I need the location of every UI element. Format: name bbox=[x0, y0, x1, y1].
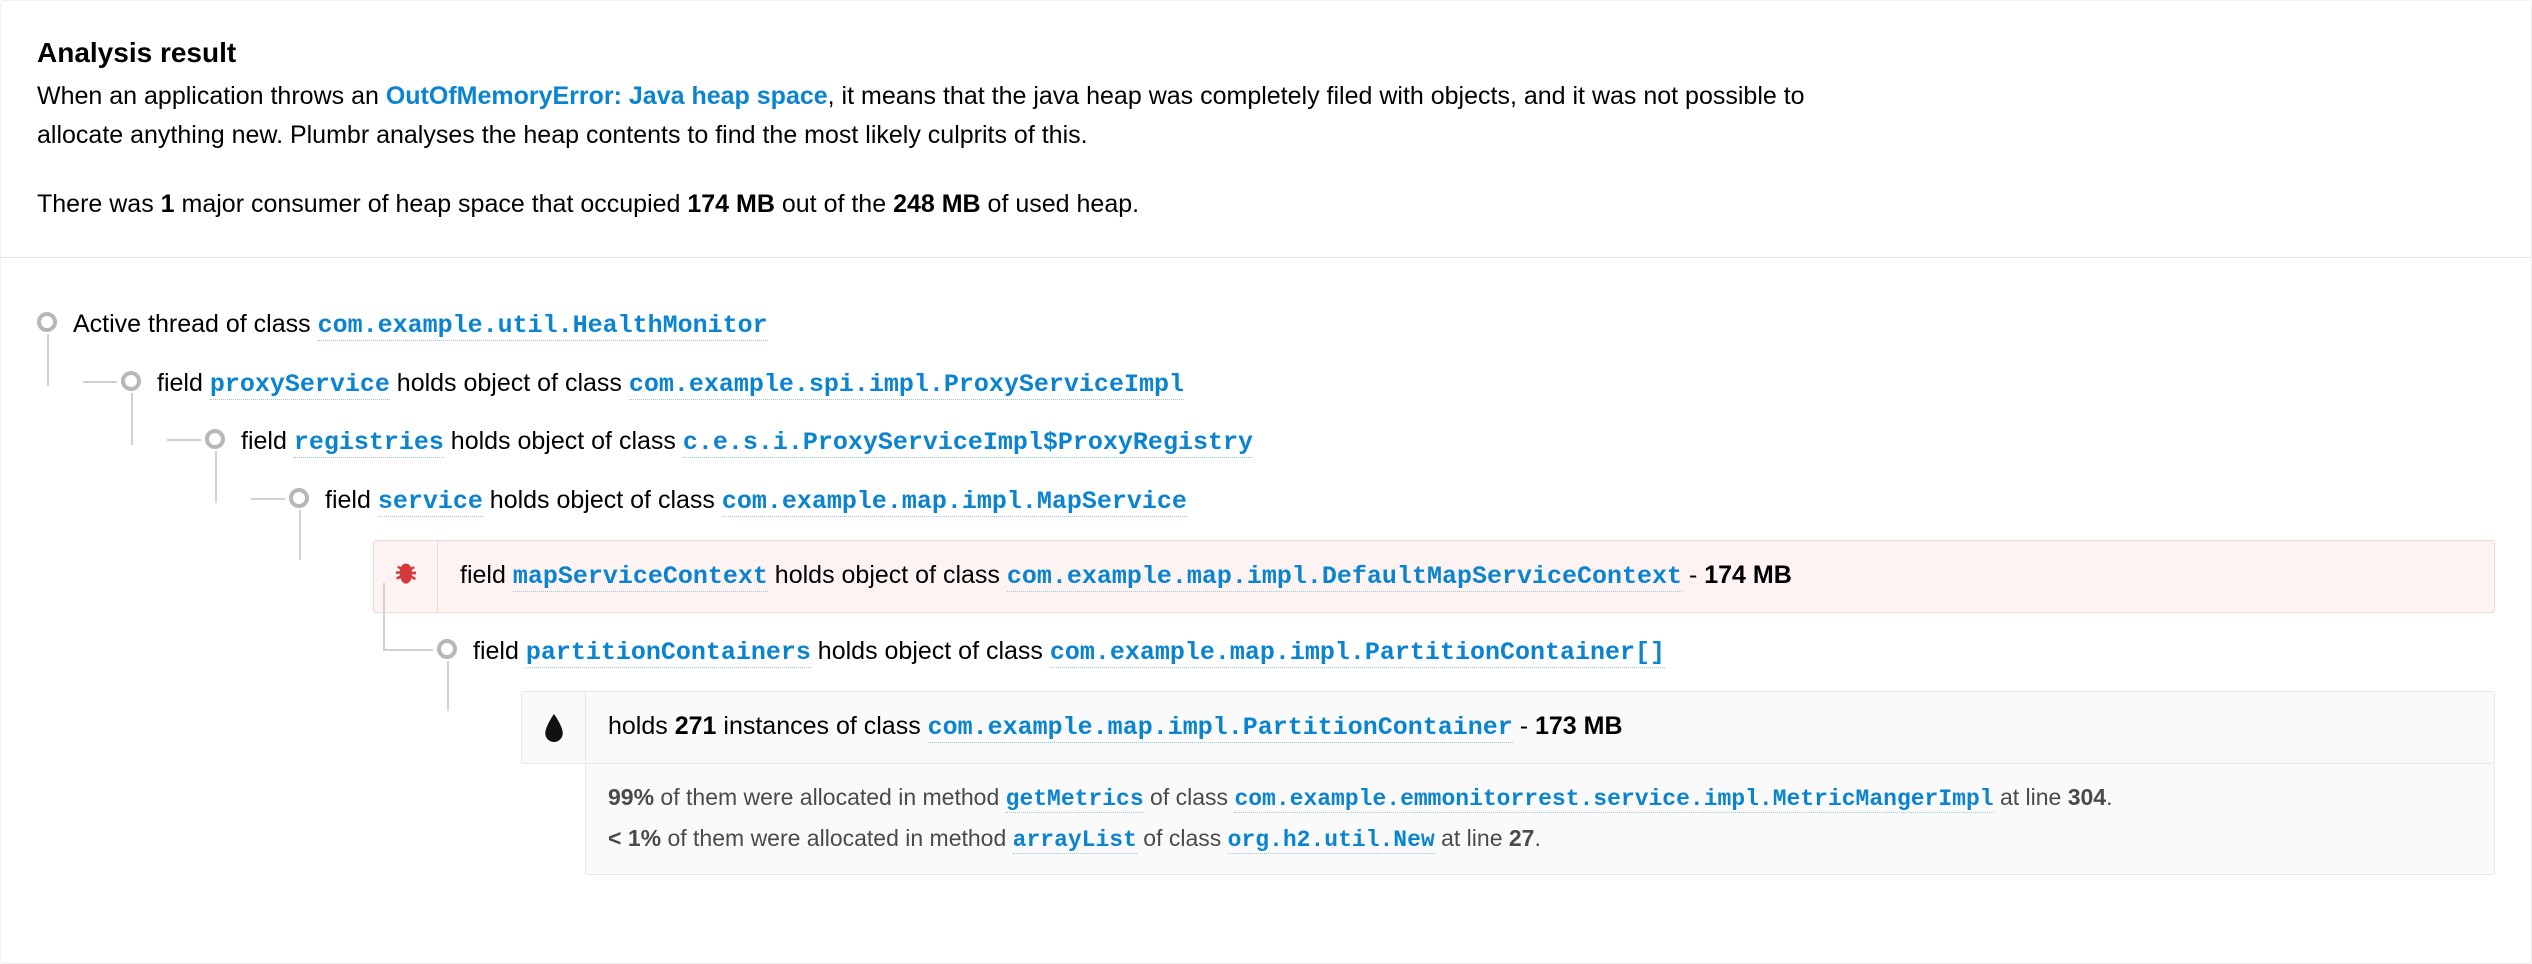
class-link[interactable]: com.example.map.impl.PartitionContainer[… bbox=[1050, 638, 1665, 668]
class-link[interactable]: com.example.emmonitorrest.service.impl.M… bbox=[1234, 786, 1993, 813]
class-link[interactable]: org.h2.util.New bbox=[1228, 827, 1435, 854]
tree-connector bbox=[447, 661, 449, 711]
field-link[interactable]: service bbox=[378, 487, 483, 517]
node-text: instances of class bbox=[716, 712, 927, 740]
bullet-icon bbox=[205, 429, 225, 449]
total-size: 248 MB bbox=[893, 190, 981, 218]
desc-text: There was bbox=[37, 190, 161, 218]
field-link[interactable]: mapServiceContext bbox=[513, 562, 768, 592]
node-text: Active thread of class bbox=[73, 310, 318, 338]
field-link[interactable]: partitionContainers bbox=[526, 638, 811, 668]
node-size: 173 MB bbox=[1535, 712, 1623, 740]
desc-text: out of the bbox=[775, 190, 893, 218]
node-text: field bbox=[325, 486, 378, 514]
tree-connector bbox=[383, 649, 433, 651]
tree-node: field proxyService holds object of class… bbox=[121, 365, 2495, 875]
occupied-size: 174 MB bbox=[687, 190, 775, 218]
tree-connector bbox=[299, 510, 301, 560]
node-text: - bbox=[1513, 712, 1535, 740]
analysis-header: Analysis result When an application thro… bbox=[37, 37, 2495, 251]
class-link[interactable]: com.example.map.impl.PartitionContainer bbox=[928, 713, 1513, 743]
class-link[interactable]: com.example.map.impl.MapService bbox=[722, 487, 1187, 517]
analysis-title: Analysis result bbox=[37, 37, 2495, 69]
bullet-icon bbox=[437, 639, 457, 659]
class-link[interactable]: com.example.spi.impl.ProxyServiceImpl bbox=[629, 370, 1184, 400]
desc-text: of used heap. bbox=[981, 190, 1139, 218]
alloc-text: of class bbox=[1137, 825, 1228, 851]
node-text: field bbox=[460, 561, 513, 589]
consumer-count: 1 bbox=[161, 190, 175, 218]
field-link[interactable]: proxyService bbox=[210, 370, 390, 400]
analysis-description: When an application throws an OutOfMemor… bbox=[37, 77, 1817, 223]
allocation-detail: 99% of them were allocated in method get… bbox=[585, 764, 2495, 875]
tree-connector bbox=[167, 439, 201, 441]
bullet-icon bbox=[37, 312, 57, 332]
tree-connector bbox=[47, 334, 49, 386]
reference-tree: Active thread of class com.example.util.… bbox=[37, 258, 2495, 875]
node-text: holds bbox=[608, 712, 675, 740]
paragraph-gap bbox=[37, 155, 1817, 185]
alloc-text: . bbox=[2106, 784, 2112, 810]
tree-connector bbox=[383, 583, 385, 649]
node-text: holds object of class bbox=[811, 637, 1050, 665]
alloc-line: 304 bbox=[2068, 784, 2106, 810]
node-text: field bbox=[241, 427, 294, 455]
tree-node: field service holds object of class com.… bbox=[289, 482, 2495, 875]
desc-text: When an application throws an bbox=[37, 82, 386, 110]
node-text: field bbox=[473, 637, 526, 665]
node-text: holds object of class bbox=[390, 369, 629, 397]
node-text: field bbox=[157, 369, 210, 397]
drop-icon bbox=[522, 692, 586, 763]
alloc-text: of them were allocated in method bbox=[654, 784, 1006, 810]
alloc-line: 27 bbox=[1509, 825, 1535, 851]
alloc-text: at line bbox=[1994, 784, 2068, 810]
class-link[interactable]: com.example.map.impl.DefaultMapServiceCo… bbox=[1007, 562, 1682, 592]
analysis-panel: Analysis result When an application thro… bbox=[0, 0, 2532, 964]
node-text: - bbox=[1682, 561, 1704, 589]
method-link[interactable]: arrayList bbox=[1013, 827, 1137, 854]
alloc-text: at line bbox=[1435, 825, 1509, 851]
alloc-text: of class bbox=[1144, 784, 1235, 810]
bullet-icon bbox=[289, 488, 309, 508]
alloc-pct: < 1% bbox=[608, 825, 661, 851]
tree-connector bbox=[251, 498, 285, 500]
instance-count: 271 bbox=[675, 712, 717, 740]
node-text: holds object of class bbox=[483, 486, 722, 514]
tree-node: field registries holds object of class c… bbox=[205, 423, 2495, 875]
node-size: 174 MB bbox=[1704, 561, 1792, 589]
bullet-icon bbox=[121, 371, 141, 391]
class-link[interactable]: c.e.s.i.ProxyServiceImpl$ProxyRegistry bbox=[683, 428, 1253, 458]
alloc-text: of them were allocated in method bbox=[661, 825, 1013, 851]
culprit-callout: field mapServiceContext holds object of … bbox=[373, 540, 2495, 613]
tree-connector bbox=[131, 393, 133, 445]
oom-error-link[interactable]: OutOfMemoryError: Java heap space bbox=[386, 82, 828, 110]
tree-node-root: Active thread of class com.example.util.… bbox=[37, 306, 2495, 875]
method-link[interactable]: getMetrics bbox=[1006, 786, 1144, 813]
alloc-text: . bbox=[1534, 825, 1540, 851]
desc-text: major consumer of heap space that occupi… bbox=[175, 190, 688, 218]
instances-callout: holds 271 instances of class com.example… bbox=[521, 691, 2495, 764]
node-text: holds object of class bbox=[768, 561, 1007, 589]
tree-connector bbox=[83, 381, 117, 383]
tree-node: field partitionContainers holds object o… bbox=[437, 633, 2495, 875]
node-text: holds object of class bbox=[444, 427, 683, 455]
alloc-pct: 99% bbox=[608, 784, 654, 810]
field-link[interactable]: registries bbox=[294, 428, 444, 458]
tree-connector bbox=[215, 451, 217, 503]
class-link[interactable]: com.example.util.HealthMonitor bbox=[318, 311, 768, 341]
